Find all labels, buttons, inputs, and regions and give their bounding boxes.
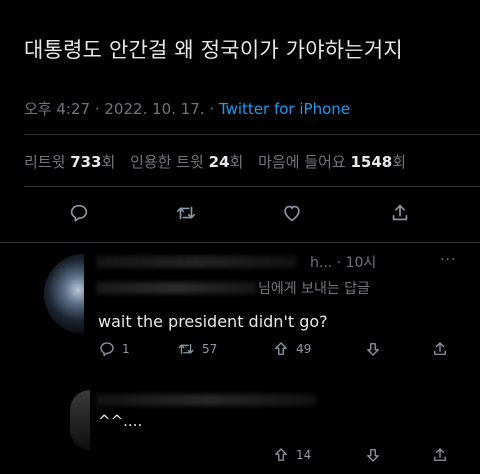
reply-button[interactable] xyxy=(64,200,94,230)
reply-action-bar: 1 57 49 xyxy=(0,340,480,360)
more-options-icon[interactable]: ··· xyxy=(440,252,456,268)
retweet-count: 57 xyxy=(202,342,218,356)
downvote-arrow-icon xyxy=(367,343,379,356)
tweet-source-link[interactable]: Twitter for iPhone xyxy=(219,100,350,118)
retweet-icon xyxy=(174,202,198,228)
like-button[interactable] xyxy=(277,200,307,230)
tweet-action-bar xyxy=(0,200,480,230)
meta-dot: · xyxy=(94,100,105,118)
avatar[interactable] xyxy=(44,254,84,334)
tweet-stats: 리트윗 733회 인용한 트윗 24회 마음에 들어요 1548회 xyxy=(24,151,406,172)
upvote-arrow-icon xyxy=(275,448,287,461)
reply-time: 10시 xyxy=(345,255,377,271)
downvote-button[interactable] xyxy=(364,446,382,464)
retweet-button[interactable]: 57 xyxy=(176,340,217,358)
likes-stat[interactable]: 마음에 들어요 1548회 xyxy=(258,153,406,171)
meta-dot: · xyxy=(209,100,219,118)
divider xyxy=(24,134,480,135)
reply-text: wait the president didn't go? xyxy=(98,312,328,331)
reply-handle[interactable]: h... · 10시 xyxy=(310,252,376,272)
share-icon xyxy=(434,342,446,355)
comment-icon xyxy=(100,342,114,356)
tweet-date: 2022. 10. 17. xyxy=(104,100,205,118)
reply-count: 1 xyxy=(122,342,130,356)
retweets-stat[interactable]: 리트윗 733회 xyxy=(24,153,115,171)
reply-text: ^^.... xyxy=(98,412,143,430)
tweet-text: 대통령도 안간걸 왜 정국이가 가야하는거지 xyxy=(24,38,403,62)
blurred-name xyxy=(96,394,316,406)
tweet-meta: 오후 4:27 · 2022. 10. 17. · Twitter for iP… xyxy=(24,98,350,119)
reply-to-label: 님에게 보내는 답글 xyxy=(258,281,370,297)
retweet-icon xyxy=(178,343,194,355)
avatar[interactable] xyxy=(70,390,90,450)
upvote-button[interactable]: 49 xyxy=(272,340,311,358)
tweet-time: 오후 4:27 xyxy=(24,100,91,118)
retweet-button[interactable] xyxy=(171,200,201,230)
share-button[interactable] xyxy=(431,340,449,358)
divider xyxy=(24,186,480,187)
heart-icon xyxy=(281,202,303,228)
blurred-reply-to xyxy=(96,282,256,294)
upvote-button[interactable]: 14 xyxy=(272,446,311,464)
share-icon xyxy=(389,202,411,228)
downvote-arrow-icon xyxy=(367,449,379,462)
upvote-count: 14 xyxy=(296,448,312,462)
upvote-arrow-icon xyxy=(275,342,287,355)
share-button[interactable] xyxy=(431,446,449,464)
quotes-stat[interactable]: 인용한 트윗 24회 xyxy=(130,153,243,171)
reply-button[interactable]: 1 xyxy=(98,340,130,358)
share-button[interactable] xyxy=(385,200,415,230)
blurred-name xyxy=(96,256,296,268)
share-icon xyxy=(434,448,446,461)
downvote-button[interactable] xyxy=(364,340,382,358)
comment-icon xyxy=(68,202,90,228)
upvote-count: 49 xyxy=(296,342,312,356)
divider xyxy=(0,242,480,243)
reply-action-bar: 14 xyxy=(0,446,480,466)
